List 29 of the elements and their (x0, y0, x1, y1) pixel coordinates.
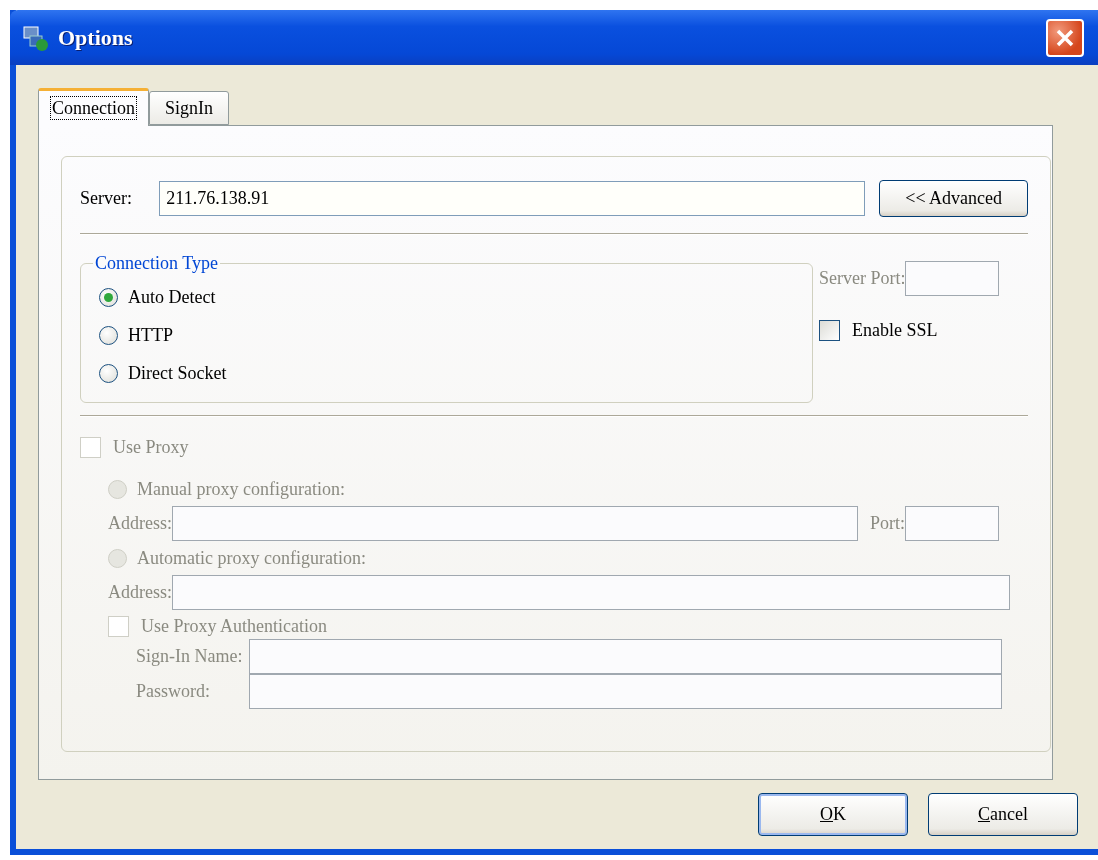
radio-button[interactable] (99, 363, 118, 383)
radio-label: Manual proxy configuration: (137, 478, 345, 500)
sign-in-name-label: Sign-In Name: (136, 646, 244, 667)
radio-button[interactable] (99, 325, 118, 345)
radio-button[interactable] (99, 287, 118, 307)
server-field[interactable]: 211.76.138.91 (159, 180, 866, 216)
server-label: Server: (80, 187, 133, 209)
window-title: Options (58, 24, 134, 51)
checkbox-label: Use Proxy (113, 437, 189, 458)
password-label: Password: (136, 681, 211, 702)
group-title: Connection Type (94, 253, 219, 274)
close-button[interactable] (1046, 18, 1084, 57)
address-label: Address: (108, 582, 172, 603)
port-label: Port: (870, 513, 905, 534)
checkbox[interactable] (819, 320, 840, 341)
network-icon (22, 23, 50, 52)
address-label: Address: (108, 513, 172, 534)
dialog-button[interactable]: Cancel (928, 793, 1078, 836)
radio-label: Automatic proxy configuration: (137, 547, 366, 569)
tab[interactable]: SignIn (149, 91, 229, 125)
radio-label: HTTP (128, 324, 173, 346)
checkbox-label: Use Proxy Authentication (141, 616, 327, 637)
server-port-label: Server Port: (819, 268, 906, 289)
tab[interactable]: Connection (38, 88, 149, 126)
radio-label: Auto Detect (128, 286, 216, 308)
radio-label: Direct Socket (128, 362, 227, 384)
dialog-button[interactable]: OK (758, 793, 908, 836)
advanced-button[interactable]: << Advanced (879, 179, 1028, 217)
checkbox-label: Enable SSL (852, 320, 938, 341)
